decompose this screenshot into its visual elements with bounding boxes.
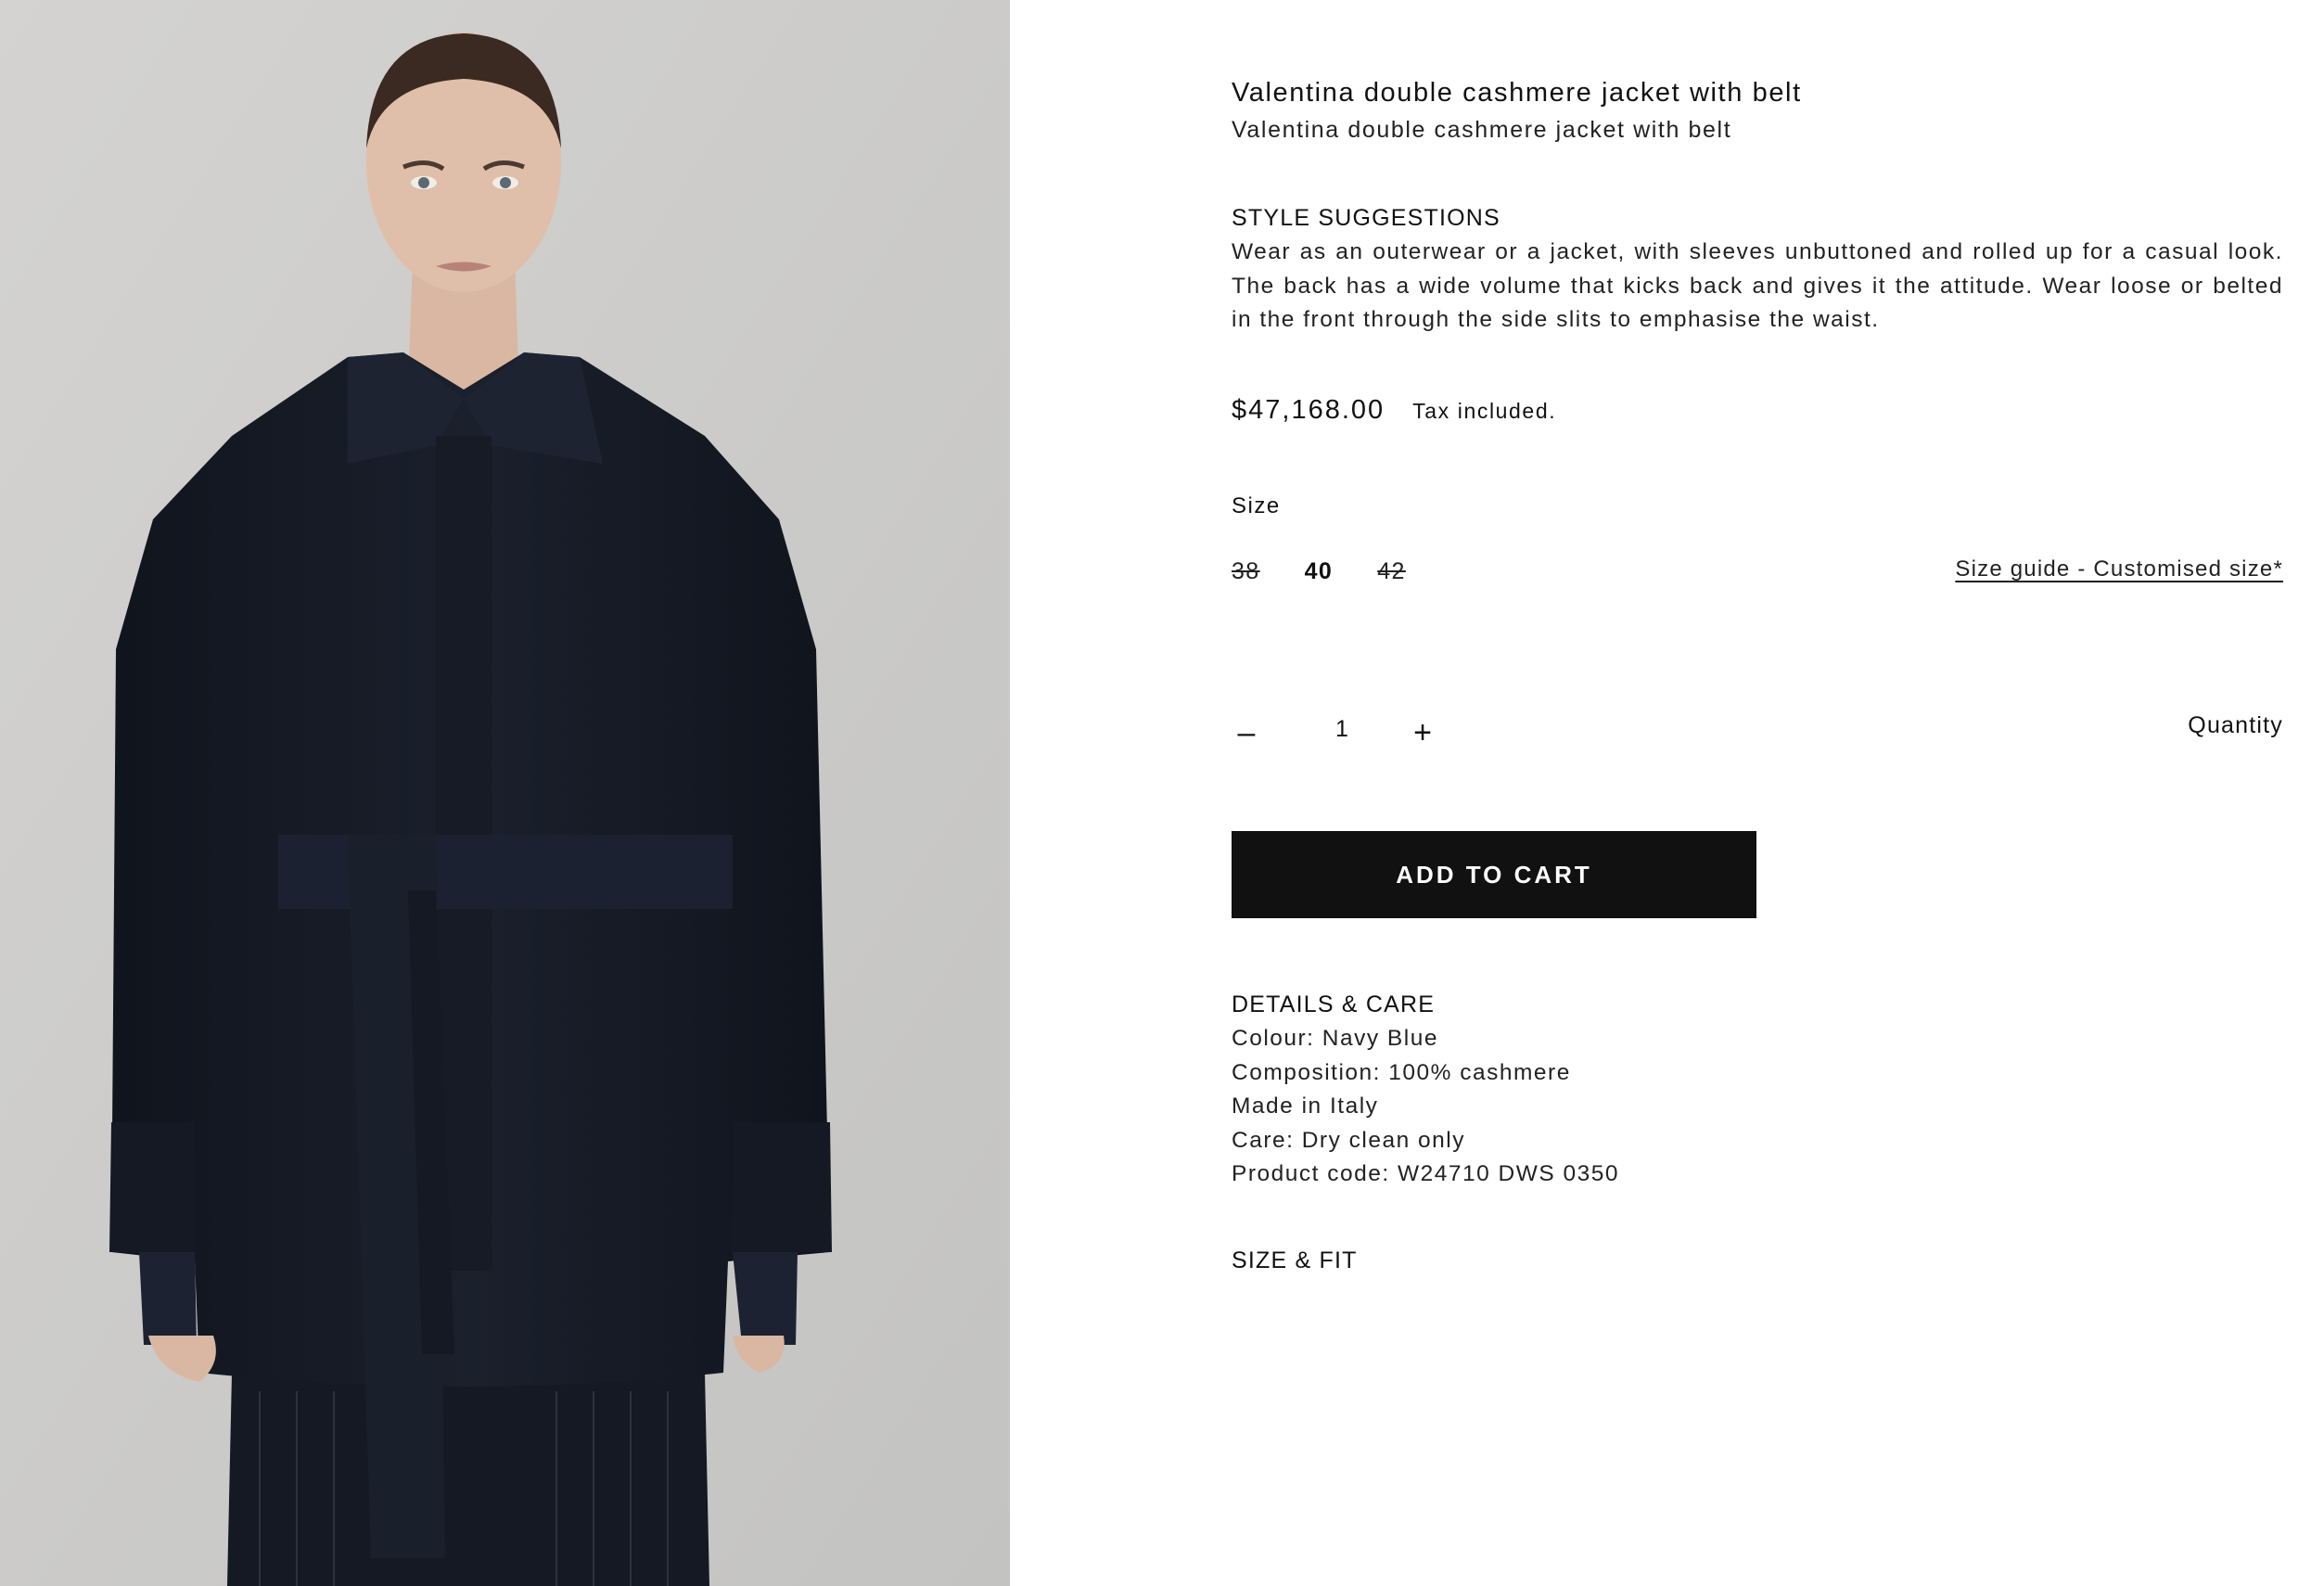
details-item-product-code: Product code: W24710 DWS 0350 xyxy=(1232,1161,1620,1186)
size-fit-heading[interactable]: SIZE & FIT xyxy=(1232,1247,1358,1274)
product-image xyxy=(0,0,1010,1586)
add-to-cart-button[interactable]: ADD TO CART xyxy=(1232,831,1756,918)
size-guide-link[interactable]: Size guide - Customised size* xyxy=(1955,556,2283,582)
style-suggestions-text: Wear as an outerwear or a jacket, with s… xyxy=(1232,239,2283,332)
details-list: Colour: Navy Blue Composition: 100% cash… xyxy=(1232,1022,1619,1192)
details-item-colour: Colour: Navy Blue xyxy=(1232,1026,1438,1051)
quantity-label: Quantity xyxy=(2188,712,2283,738)
size-label: Size xyxy=(1232,493,1281,518)
details-item-care: Care: Dry clean only xyxy=(1232,1127,1465,1153)
details-care-heading: DETAILS & CARE xyxy=(1232,991,1436,1017)
product-info-panel: Valentina double cashmere jacket with be… xyxy=(1232,0,2283,1586)
details-item-composition: Composition: 100% cashmere xyxy=(1232,1059,1571,1085)
quantity-decrease-button[interactable]: – xyxy=(1228,714,1265,751)
quantity-increase-button[interactable]: + xyxy=(1404,714,1441,751)
size-selector: 38 40 42 xyxy=(1232,558,1450,585)
size-option-38[interactable]: 38 xyxy=(1232,558,1260,585)
quantity-value[interactable]: 1 xyxy=(1328,716,1356,743)
price-row: $47,168.00 Tax included. xyxy=(1232,395,1556,426)
style-suggestions-heading: STYLE SUGGESTIONS xyxy=(1232,205,1500,231)
details-item-origin: Made in Italy xyxy=(1232,1094,1379,1119)
product-price: $47,168.00 xyxy=(1232,395,1385,425)
tax-note: Tax included. xyxy=(1412,399,1557,423)
size-option-42[interactable]: 42 xyxy=(1377,558,1406,585)
size-option-40[interactable]: 40 xyxy=(1305,558,1334,585)
product-subtitle: Valentina double cashmere jacket with be… xyxy=(1232,117,1732,143)
quantity-stepper: – 1 + Quantity xyxy=(1232,712,2283,751)
product-title: Valentina double cashmere jacket with be… xyxy=(1232,78,1802,108)
